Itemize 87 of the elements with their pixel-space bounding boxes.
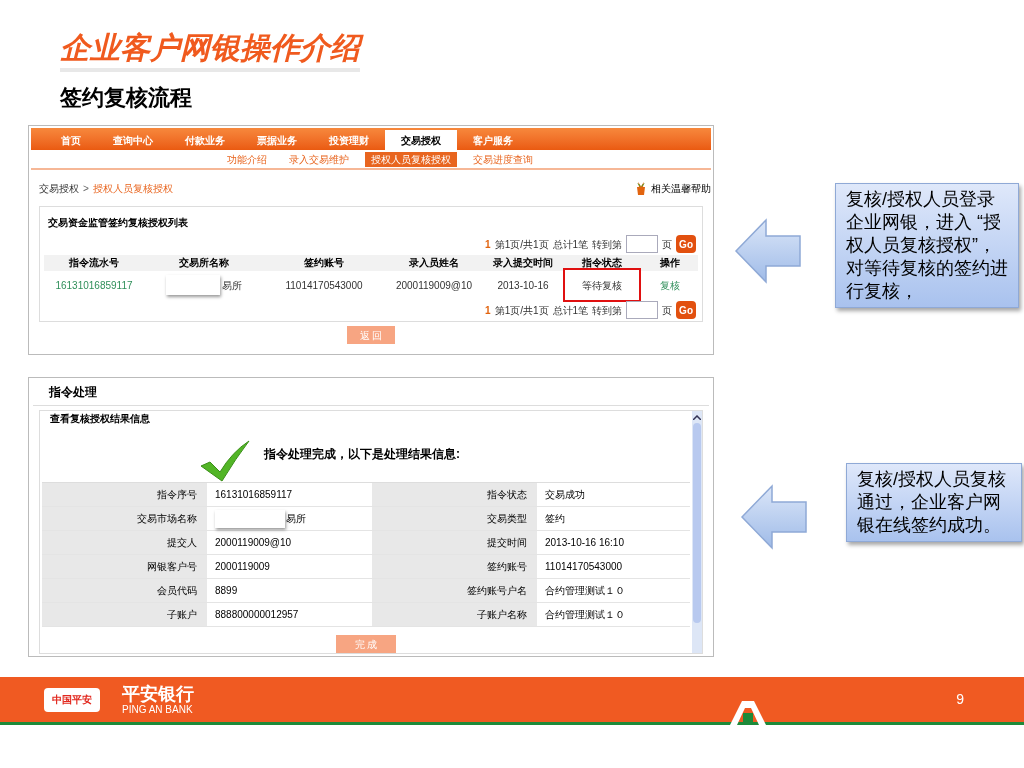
field-value: 签约 [544,512,566,526]
breadcrumb-link[interactable]: 交易授权 [39,180,79,196]
field-value: 2013-10-16 16:10 [544,536,625,550]
field-value: 8899 [215,584,238,598]
nav-tab[interactable]: 票据业务 [241,130,313,150]
field-value: 2000119009@10 [215,536,292,550]
field-label: 指令状态 [372,483,537,506]
page-input[interactable] [626,235,659,253]
field-value: 交易成功 [544,488,586,502]
table-cell-text: 易所 [222,278,242,293]
field-value: 合约管理测试１０ [544,584,626,598]
field-label: 交易类型 [372,507,537,530]
field-label: 提交人 [42,531,207,554]
field-value: 16131016859117 [215,488,293,502]
subnav-tab[interactable]: 功能介绍 [221,151,273,167]
current-page: 1 [485,303,491,318]
panel-title: 指令处理 [33,378,709,406]
table-link[interactable]: 16131016859117 [55,277,133,293]
callout-box: 复核/授权人员登录企业网银，进入 “授权人员复核授权”，对等待复核的签约进行复核， [835,183,1019,308]
redaction-box [166,275,220,295]
column-header: 签约账号 [303,256,345,270]
nav-tab[interactable]: 首页 [45,130,97,150]
done-button[interactable]: 完 成 [336,635,396,653]
breadcrumb-separator: > [83,181,89,196]
table-cell-text: 等待复核 [582,278,622,293]
table-cell-text: 2013-10-16 [497,278,549,293]
subnav-tab[interactable]: 授权人员复核授权 [365,151,457,167]
page-unit: 页 [662,237,673,252]
field-label: 提交时间 [372,531,537,554]
total-count: 总计1笔 [552,303,589,318]
field-value: 888800000012957 [215,608,299,622]
go-button[interactable]: Go [676,301,696,319]
plant-pot-icon [635,181,647,195]
nav-tab[interactable]: 客户服务 [457,130,529,150]
scrollbar[interactable] [692,411,702,653]
brand-english-name: PING AN BANK [122,703,194,716]
nav-tab[interactable]: 投资理财 [313,130,385,150]
left-arrow-icon [740,483,808,551]
column-header: 指令流水号 [68,256,120,270]
current-page: 1 [485,237,491,252]
total-count: 总计1笔 [552,237,589,252]
field-value: 2000119009 [215,560,270,574]
slide-subtitle: 签约复核流程 [60,84,193,112]
checkmark-icon [200,440,250,482]
table-cell-text: 11014170543000 [285,278,363,293]
table-link[interactable]: 复核 [660,277,680,293]
breadcrumb-current: 授权人员复核授权 [92,181,173,196]
page-number: 9 [956,690,964,709]
column-header: 交易所名称 [178,256,230,270]
field-label: 签约账号户名 [372,579,537,602]
column-header: 指令状态 [581,256,623,270]
subnav-tab[interactable]: 交易进度查询 [467,151,539,167]
field-label: 指令序号 [42,483,207,506]
table-cell-text: 2000119009@10 [395,278,473,293]
page-info: 第1页/共1页 [494,237,549,252]
go-button[interactable]: Go [676,235,696,253]
scroll-up-icon[interactable] [693,414,701,420]
field-label: 签约账号 [372,555,537,578]
column-header: 录入员姓名 [408,256,460,270]
column-header: 录入提交时间 [492,256,554,270]
nav-tab[interactable]: 交易授权 [385,130,457,150]
list-title: 交易资金监管签约复核授权列表 [47,215,189,230]
page-unit: 页 [662,303,673,318]
nav-tab[interactable]: 查询中心 [97,130,169,150]
nav-tab[interactable]: 付款业务 [169,130,241,150]
back-button[interactable]: 返 回 [347,326,395,344]
left-arrow-icon [734,217,802,285]
help-link[interactable]: 相关温馨帮助 [651,180,711,196]
logo-text: 中国平安 [52,694,92,705]
goto-label: 转到第 [592,237,623,252]
result-message: 指令处理完成，以下是处理结果信息: [264,446,460,463]
field-value: 易所 [286,512,306,526]
section-title: 查看复核授权结果信息 [49,412,151,426]
subnav-tab[interactable]: 录入交易维护 [283,151,355,167]
brand-name: 平安银行 [122,683,194,704]
field-label: 子账户 [42,603,207,626]
goto-label: 转到第 [592,303,623,318]
page-input[interactable] [626,301,659,319]
field-label: 会员代码 [42,579,207,602]
column-header: 操作 [659,256,681,270]
field-label: 交易市场名称 [42,507,207,530]
field-label: 子账户名称 [372,603,537,626]
callout-box: 复核/授权人员复核通过，企业客户网银在线签约成功。 [846,463,1022,542]
field-value: 合约管理测试１０ [544,608,626,622]
field-value: 11014170543000 [544,560,624,574]
page-info: 第1页/共1页 [494,303,549,318]
field-label: 网银客户号 [42,555,207,578]
